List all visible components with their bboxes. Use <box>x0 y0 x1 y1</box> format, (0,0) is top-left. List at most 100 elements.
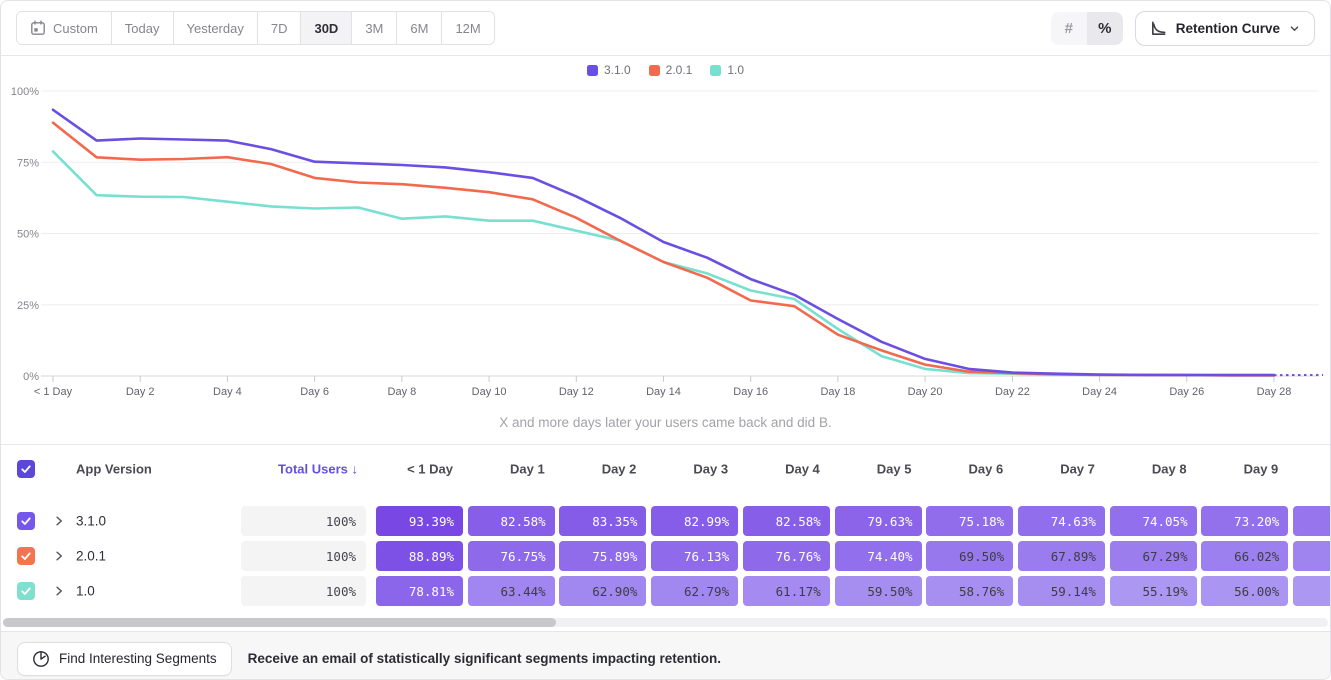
retention-cell[interactable]: 76.75% <box>468 541 555 571</box>
retention-cell[interactable]: 73.20% <box>1201 506 1288 536</box>
svg-text:< 1 Day: < 1 Day <box>34 386 73 398</box>
row-checkbox[interactable] <box>17 547 35 565</box>
legend-item[interactable]: 1.0 <box>710 63 744 77</box>
retention-cell-clipped[interactable] <box>1293 576 1331 606</box>
retention-cell[interactable]: 93.39% <box>376 506 463 536</box>
toolbar: CustomTodayYesterday 7D 30D 3M 6M 12M #% Rete… <box>1 1 1330 56</box>
chart-caption: X and more days later your users came ba… <box>1 401 1330 444</box>
retention-cell-clipped[interactable] <box>1293 506 1331 536</box>
svg-text:Day 20: Day 20 <box>908 386 943 398</box>
retention-cell[interactable]: 66.02% <box>1201 541 1288 571</box>
find-interesting-segments-button[interactable]: Find Interesting Segments <box>17 642 232 676</box>
retention-cell[interactable]: 76.13% <box>651 541 738 571</box>
select-all-checkbox[interactable] <box>17 460 35 478</box>
retention-cell[interactable]: 76.76% <box>743 541 830 571</box>
calendar-icon <box>30 20 46 36</box>
retention-cell[interactable]: 88.89% <box>376 541 463 571</box>
check-icon <box>20 463 32 475</box>
svg-text:Day 8: Day 8 <box>388 386 417 398</box>
retention-cell[interactable]: 82.58% <box>468 506 555 536</box>
retention-cell[interactable]: 62.79% <box>651 576 738 606</box>
table-body: 3.1.0100%93.39%82.58%83.35%82.99%82.58%7… <box>1 493 1330 615</box>
legend-item[interactable]: 2.0.1 <box>649 63 693 77</box>
retention-cell[interactable]: 74.63% <box>1018 506 1105 536</box>
date-range-button-7d[interactable]: 7D <box>258 12 302 44</box>
chart-type-dropdown[interactable]: Retention Curve <box>1135 11 1315 46</box>
date-range-button-12m[interactable]: 12M <box>442 12 493 44</box>
retention-cell[interactable]: 74.40% <box>835 541 922 571</box>
date-range-button-30d[interactable]: 30D <box>301 12 352 44</box>
retention-chart: 3.1.0 2.0.1 1.0 0%25%50%75%100%< 1 DayDay … <box>1 56 1330 401</box>
expand-chevron-icon[interactable] <box>53 515 65 527</box>
column-header-day-7: Day 7 <box>1018 462 1095 477</box>
column-header-app-version: App Version <box>76 462 152 477</box>
retention-cell[interactable]: 59.14% <box>1018 576 1105 606</box>
retention-cell[interactable]: 56.00% <box>1201 576 1288 606</box>
retention-cell[interactable]: 67.89% <box>1018 541 1105 571</box>
retention-cell[interactable]: 79.63% <box>835 506 922 536</box>
retention-cell[interactable]: 74.05% <box>1110 506 1197 536</box>
retention-cell[interactable]: 82.99% <box>651 506 738 536</box>
total-users-cell[interactable]: 100% <box>241 541 366 571</box>
expand-chevron-icon[interactable] <box>53 585 65 597</box>
find-interesting-segments-label: Find Interesting Segments <box>59 651 217 666</box>
legend-swatch <box>710 65 721 76</box>
retention-cell[interactable]: 62.90% <box>559 576 646 606</box>
row-checkbox[interactable] <box>17 582 35 600</box>
date-range-button-today[interactable]: Today <box>112 12 174 44</box>
retention-cell[interactable]: 82.58% <box>743 506 830 536</box>
retention-cell[interactable]: 55.19% <box>1110 576 1197 606</box>
retention-cell[interactable]: 83.35% <box>559 506 646 536</box>
total-users-cell[interactable]: 100% <box>241 506 366 536</box>
retention-cell[interactable]: 75.18% <box>926 506 1013 536</box>
retention-cell-clipped[interactable] <box>1293 541 1331 571</box>
svg-text:50%: 50% <box>17 229 39 241</box>
segments-icon <box>32 650 50 668</box>
column-header-total-users[interactable]: Total Users ↓ <box>241 462 358 477</box>
legend-label: 1.0 <box>727 63 744 77</box>
legend-item[interactable]: 3.1.0 <box>587 63 631 77</box>
date-range-label: 7D <box>271 21 288 36</box>
date-range-label: 12M <box>455 21 480 36</box>
retention-curve-icon <box>1150 20 1167 37</box>
scrollbar-thumb[interactable] <box>3 618 556 627</box>
percent-values-button[interactable]: % <box>1087 12 1123 45</box>
retention-cell[interactable]: 78.81% <box>376 576 463 606</box>
row-checkbox[interactable] <box>17 512 35 530</box>
app-version-label: 3.1.0 <box>76 514 106 529</box>
svg-text:Day 6: Day 6 <box>300 386 329 398</box>
column-header-day-5: Day 5 <box>835 462 912 477</box>
absolute-values-button[interactable]: # <box>1051 12 1087 45</box>
svg-text:Day 22: Day 22 <box>995 386 1030 398</box>
expand-chevron-icon[interactable] <box>53 550 65 562</box>
svg-text:100%: 100% <box>11 86 39 98</box>
horizontal-scrollbar <box>1 615 1330 631</box>
date-range-selector: CustomTodayYesterday 7D 30D 3M 6M 12M <box>16 11 495 45</box>
retention-cell[interactable]: 58.76% <box>926 576 1013 606</box>
total-users-cell[interactable]: 100% <box>241 576 366 606</box>
retention-cell[interactable]: 59.50% <box>835 576 922 606</box>
toolbar-right: #% Retention Curve <box>1051 11 1315 46</box>
table-header: App Version Total Users ↓ < 1 DayDay 1Da… <box>1 444 1330 493</box>
date-range-label: 6M <box>410 21 428 36</box>
column-header-day-2: Day 2 <box>559 462 636 477</box>
retention-cell[interactable]: 63.44% <box>468 576 555 606</box>
retention-cell[interactable]: 75.89% <box>559 541 646 571</box>
svg-text:Day 14: Day 14 <box>646 386 681 398</box>
scrollbar-track[interactable] <box>3 618 1328 627</box>
app-version-label: 2.0.1 <box>76 549 106 564</box>
retention-cell[interactable]: 69.50% <box>926 541 1013 571</box>
date-range-button-3m[interactable]: 3M <box>352 12 397 44</box>
date-range-button-6m[interactable]: 6M <box>397 12 442 44</box>
svg-text:Day 16: Day 16 <box>733 386 768 398</box>
svg-text:Day 4: Day 4 <box>213 386 242 398</box>
svg-text:0%: 0% <box>23 371 39 383</box>
column-header-day-1: Day 1 <box>468 462 545 477</box>
date-range-button-custom[interactable]: Custom <box>17 12 112 44</box>
retention-cell[interactable]: 67.29% <box>1110 541 1197 571</box>
date-range-label: 30D <box>314 21 338 36</box>
date-range-button-yesterday[interactable]: Yesterday <box>174 12 258 44</box>
retention-cell[interactable]: 61.17% <box>743 576 830 606</box>
retention-line-chart[interactable]: 0%25%50%75%100%< 1 DayDay 2Day 4Day 6Day… <box>1 56 1330 401</box>
svg-text:Day 18: Day 18 <box>820 386 855 398</box>
